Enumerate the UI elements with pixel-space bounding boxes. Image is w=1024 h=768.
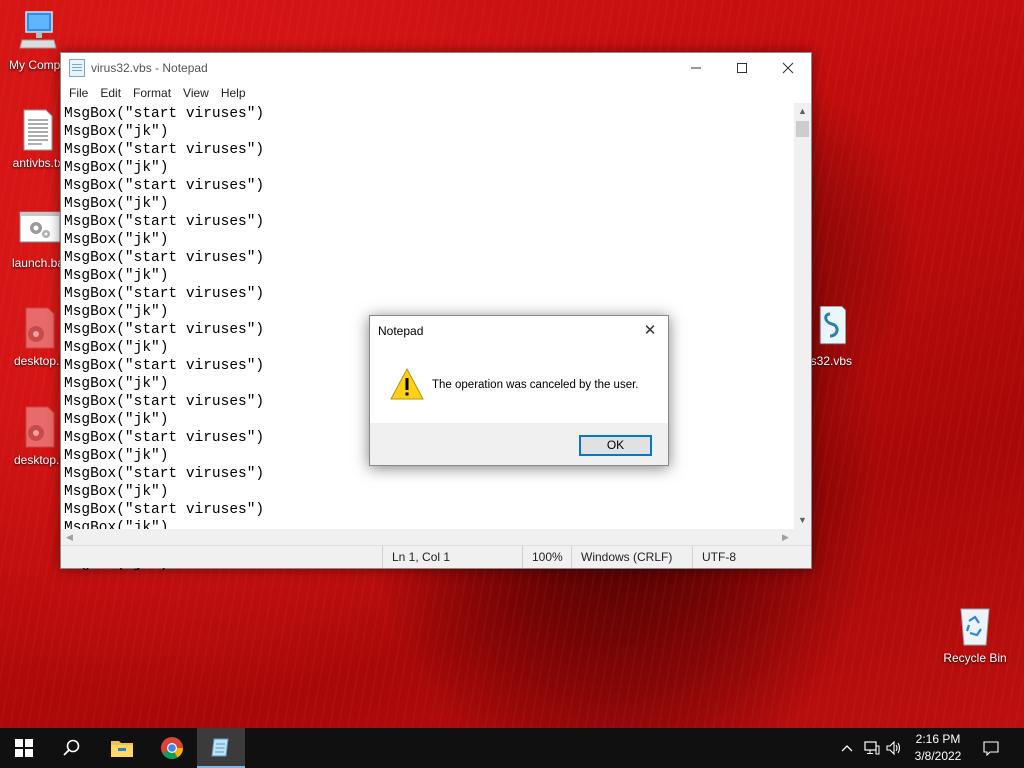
warning-icon [390,367,424,400]
action-center-button[interactable] [980,728,1002,768]
scrollbar-corner [794,529,811,546]
start-icon [15,739,33,757]
settings-file-icon [18,306,58,350]
computer-icon [18,10,58,54]
minimize-button[interactable] [673,53,719,83]
network-icon [864,741,880,755]
window-title: virus32.vbs - Notepad [91,61,208,75]
search-icon [63,739,80,756]
recycle-bin-icon [955,603,995,647]
status-line-ending: Windows (CRLF) [571,546,693,568]
chrome-icon [161,737,183,759]
scroll-left-icon[interactable]: ◀ [61,529,78,546]
menu-bar: File Edit Format View Help [61,83,811,103]
menu-format[interactable]: Format [127,83,177,103]
clock-time: 2:16 PM [915,732,961,746]
notepad-icon [211,738,229,757]
start-button[interactable] [0,728,48,768]
scroll-up-icon[interactable]: ▲ [794,103,811,120]
menu-edit[interactable]: Edit [94,83,127,103]
clock-date: 3/8/2022 [914,749,962,763]
scroll-right-icon[interactable]: ▶ [777,529,794,546]
status-encoding: UTF-8 [692,546,811,568]
taskbar-file-explorer[interactable] [98,728,146,768]
menu-view[interactable]: View [177,83,215,103]
taskbar-notepad[interactable] [197,728,245,768]
settings-file-icon [18,405,58,449]
menu-help[interactable]: Help [215,83,252,103]
notepad-app-icon [69,59,85,77]
dialog-title: Notepad [378,324,424,338]
ok-button[interactable]: OK [579,435,652,456]
horizontal-scrollbar[interactable]: ◀ ▶ [61,529,794,546]
vertical-scrollbar[interactable]: ▲ ▼ [794,103,811,529]
network-status[interactable] [862,728,882,768]
notepad-window[interactable]: virus32.vbs - Notepad File Edit Format V… [60,52,812,572]
notification-icon [983,741,999,756]
maximize-button[interactable] [719,53,765,83]
message-dialog[interactable]: Notepad ✕ The operation was canceled by … [369,315,669,466]
speaker-icon [886,741,901,755]
scrollbar-thumb[interactable] [796,121,809,137]
search-button[interactable] [48,728,96,768]
status-position: Ln 1, Col 1 [382,546,523,568]
chevron-up-icon [841,745,853,752]
close-icon [782,62,794,74]
dialog-footer: OK [370,423,668,465]
file-explorer-icon [111,741,133,757]
maximize-icon [737,63,747,73]
taskbar-chrome[interactable] [148,728,196,768]
desktop-icon-label: Recycle Bin [943,651,1007,665]
text-file-icon [18,108,58,152]
status-zoom: 100% [522,546,572,568]
taskbar-clock[interactable]: 2:16 PM 3/8/2022 [903,731,973,765]
script-file-icon [806,305,847,350]
status-bar: Ln 1, Col 1 100% Windows (CRLF) UTF-8 [61,545,811,568]
batch-file-icon [18,208,61,252]
taskbar: 2:16 PM 3/8/2022 [0,728,1024,768]
minimize-icon [691,67,701,69]
title-bar[interactable]: virus32.vbs - Notepad [61,53,811,83]
dialog-close-icon[interactable]: ✕ [640,321,660,341]
scroll-down-icon[interactable]: ▼ [794,512,811,529]
desktop-icon-recycle-bin[interactable]: Recycle Bin [937,603,1013,665]
dialog-message: The operation was canceled by the user. [432,379,639,391]
volume-control[interactable] [884,728,904,768]
menu-file[interactable]: File [63,83,94,103]
close-button[interactable] [765,53,811,83]
show-hidden-icons[interactable] [838,728,856,768]
